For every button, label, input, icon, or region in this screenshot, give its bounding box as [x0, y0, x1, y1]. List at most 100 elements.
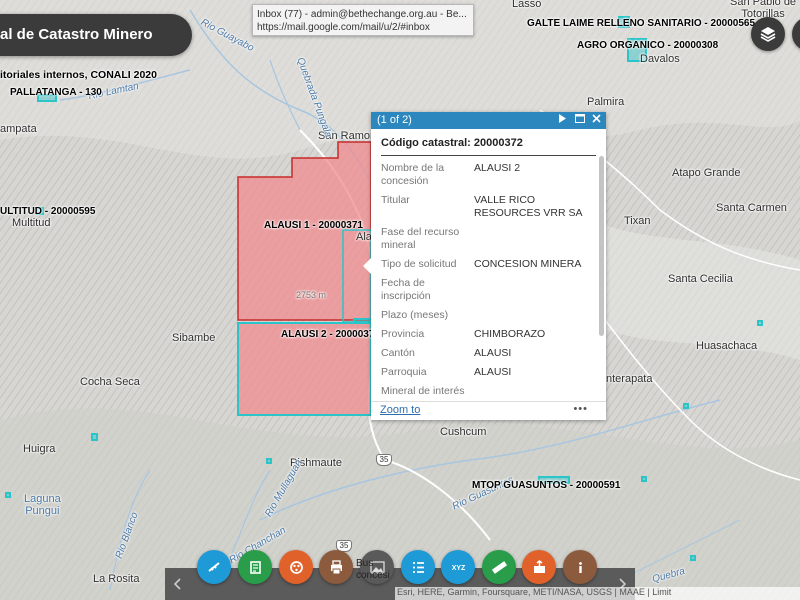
attribute-row: Tipo de solicitud CONCESION MINERA	[381, 258, 596, 271]
place-multitud: Multitud	[12, 217, 51, 229]
attribute-name: Provincia	[381, 328, 425, 340]
claim-small-6[interactable]	[641, 476, 647, 482]
place-lasso: Lasso	[512, 0, 542, 10]
place-atapo-grande: Atapo Grande	[672, 167, 741, 179]
search-concession-label: Bus concesi	[356, 558, 390, 581]
popup-footer: Zoom to •••	[371, 401, 606, 420]
ruler-tool-button[interactable]	[482, 550, 516, 584]
browser-link-tooltip: Inbox (77) - admin@bethechange.org.au - …	[252, 4, 474, 36]
attribute-row: Titular VALLE RICO RESOURCES VRR SA	[381, 194, 596, 220]
attribute-row: Fecha de inscripción	[381, 277, 596, 303]
place-laguna: Laguna Pungui	[24, 493, 61, 517]
place-cocha-seca: Cocha Seca	[80, 376, 140, 388]
place-davalos: Davalos	[640, 53, 680, 65]
place-huasachaca: Huasachaca	[696, 340, 758, 352]
attribute-value: CHIMBORAZO	[474, 328, 546, 340]
label-galte: GALTE LAIME RELLENO SANITARIO - 20000565	[527, 18, 756, 29]
attribute-name: Titular	[381, 194, 410, 206]
attribute-row: Provincia CHIMBORAZO	[381, 328, 596, 341]
claim-small-7[interactable]	[690, 555, 696, 561]
layer-list-tool-button[interactable]	[401, 550, 435, 584]
layers-button[interactable]	[751, 17, 785, 51]
more-options-icon[interactable]: •••	[573, 403, 588, 415]
attribute-row: Fase del recurso mineral	[381, 226, 596, 252]
label-multitud: ULTITUD - 20000595	[0, 206, 96, 217]
place-tixan: Tixan	[624, 215, 651, 227]
attribute-name: Mineral de interés	[381, 385, 465, 397]
place-cushcum: Cushcum	[440, 426, 487, 438]
close-icon	[592, 114, 601, 123]
attribute-value: ALAUSI	[474, 366, 512, 378]
toolbar-prev-button[interactable]	[167, 568, 187, 600]
legend-tool-button[interactable]	[238, 550, 272, 584]
popup-body[interactable]: Código catastral: 20000372 Nombre de la …	[371, 129, 606, 401]
attribute-row: Cantón ALAUSI	[381, 347, 596, 360]
print-tool-button[interactable]	[319, 550, 353, 584]
place-santa-cecilia: Santa Cecilia	[668, 273, 733, 285]
measure-tool-button[interactable]	[197, 550, 231, 584]
next-feature-button[interactable]	[557, 113, 568, 124]
ruler-tool-icon	[491, 560, 507, 574]
layer-note: itoriales internos, CONALI 2020	[0, 69, 157, 81]
basemap-tool-icon	[289, 560, 303, 574]
claim-small-8[interactable]	[353, 318, 371, 323]
elevation-label: 2753 m	[296, 290, 327, 300]
tooltip-line-1: Inbox (77) - admin@bethechange.org.au - …	[257, 9, 467, 20]
attribute-value: ALAUSI 2	[474, 162, 521, 174]
app-title-bar: al de Catastro Minero	[0, 14, 192, 56]
popup-pointer	[363, 258, 371, 274]
attribute-name: Fase del recurso mineral	[381, 226, 460, 251]
chevron-left-icon	[173, 578, 181, 590]
place-pampata: ampata	[0, 123, 37, 135]
layer-list-tool-icon	[412, 561, 424, 573]
coordinates-tool-button[interactable]: XYZ	[441, 550, 475, 584]
claim-small-2[interactable]	[683, 403, 689, 409]
maximize-icon	[574, 114, 585, 123]
attribute-row: Nombre de la concesión ALAUSI 2	[381, 162, 596, 188]
attribute-name: Fecha de inscripción	[381, 277, 431, 302]
play-icon	[559, 114, 566, 123]
place-sibambe: Sibambe	[172, 332, 216, 344]
zoom-to-link[interactable]: Zoom to	[380, 404, 420, 416]
label-agro: AGRO ORGANICO - 20000308	[577, 40, 719, 51]
maximize-button[interactable]	[574, 113, 585, 124]
attribute-name: Plazo (meses)	[381, 309, 449, 321]
claim-small-3[interactable]	[757, 320, 763, 326]
legend-tool-icon	[249, 560, 261, 574]
svg-text:XYZ: XYZ	[451, 565, 465, 572]
attribute-name: Cantón	[381, 347, 415, 359]
print-tool-icon	[330, 559, 342, 574]
attribute-value: VALLE RICO RESOURCES VRR SA	[474, 194, 583, 219]
attribute-value: CONCESION MINERA	[474, 258, 582, 270]
claim-small-5[interactable]	[5, 492, 11, 498]
about-tool-button[interactable]	[563, 550, 597, 584]
popup-title: Código catastral: 20000372	[381, 137, 596, 156]
share-tool-button[interactable]	[522, 550, 556, 584]
tooltip-line-2: https://mail.google.com/mail/u/2/#inbox	[257, 22, 430, 33]
attribute-name: Tipo de solicitud	[381, 258, 457, 270]
road-shield-35: 35	[376, 454, 392, 466]
attribute-row: Mineral de interés	[381, 385, 596, 398]
attribute-row: Plazo (meses)	[381, 309, 596, 322]
basemap-tool-button[interactable]	[279, 550, 313, 584]
claim-small-1[interactable]	[91, 433, 98, 441]
map-attribution: Esri, HERE, Garmin, Foursquare, METI/NAS…	[395, 587, 800, 600]
attribute-name: Nombre de la concesión	[381, 162, 445, 187]
place-santa-carmen: Santa Carmen	[716, 202, 787, 214]
place-enterapata: nterapata	[606, 373, 653, 385]
attribute-value	[474, 277, 596, 303]
share-tool-icon	[533, 559, 545, 573]
place-huigra: Huigra	[23, 443, 56, 455]
attribute-value	[474, 385, 596, 398]
attribute-value	[474, 226, 596, 252]
claim-small-4[interactable]	[266, 458, 272, 464]
attribute-value	[474, 309, 596, 322]
app-title: al de Catastro Minero	[0, 26, 153, 43]
measure-tool-icon	[207, 561, 220, 572]
label-pallatanga: PALLATANGA - 130	[10, 87, 102, 98]
layers-icon	[760, 27, 776, 42]
popup-scrollbar[interactable]	[599, 156, 604, 336]
close-popup-button[interactable]	[591, 113, 602, 124]
attribute-row: Parroquia ALAUSI	[381, 366, 596, 379]
feature-popup[interactable]: (1 of 2) Código catastral: 20000372 Nomb…	[363, 112, 606, 420]
